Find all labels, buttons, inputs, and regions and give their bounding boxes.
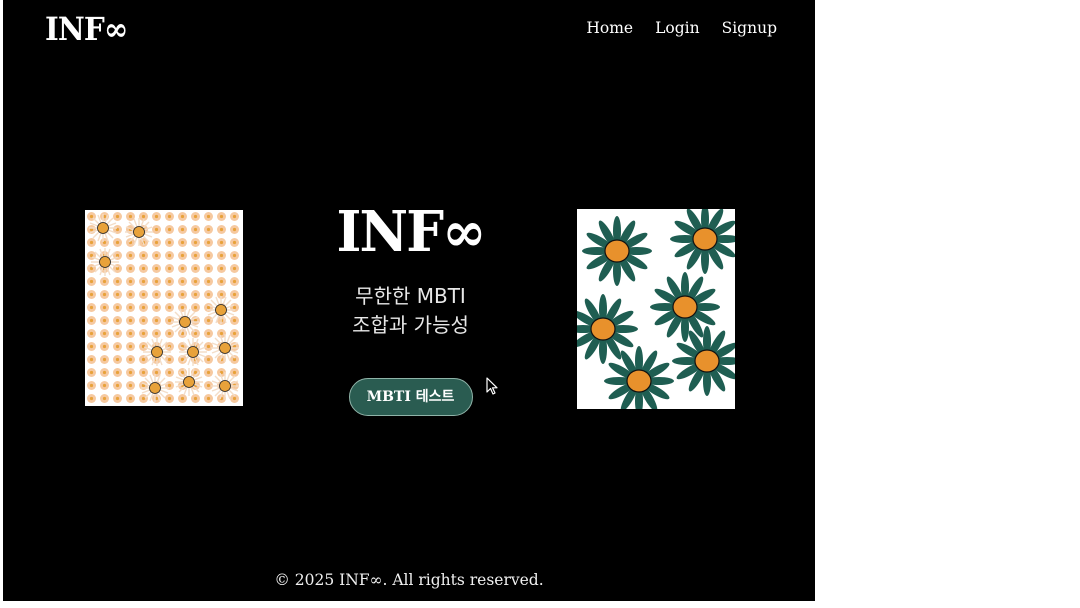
header-logo[interactable]: INF∞ xyxy=(45,10,128,48)
mbti-test-button[interactable]: MBTI 테스트 xyxy=(348,378,473,416)
green-petal-flower-illustration xyxy=(577,209,735,409)
mouse-cursor-icon xyxy=(486,377,498,395)
nav-home-link[interactable]: Home xyxy=(586,19,633,37)
nav-signup-link[interactable]: Signup xyxy=(722,19,777,37)
top-nav: Home Login Signup xyxy=(586,19,777,37)
browser-viewport: INF∞ Home Login Signup INF∞ 무한한 MBTI 조합과… xyxy=(3,0,815,601)
footer-copyright: © 2025 INF∞. All rights reserved. xyxy=(274,571,544,589)
daisy-pattern-illustration xyxy=(85,210,243,406)
hero-tagline: 무한한 MBTI 조합과 가능성 xyxy=(263,282,558,340)
tagline-line-2: 조합과 가능성 xyxy=(352,313,469,337)
nav-login-link[interactable]: Login xyxy=(655,19,700,37)
tagline-line-1: 무한한 MBTI xyxy=(355,284,466,308)
hero-section: INF∞ 무한한 MBTI 조합과 가능성 MBTI 테스트 xyxy=(263,200,558,416)
hero-logo: INF∞ xyxy=(336,199,486,265)
